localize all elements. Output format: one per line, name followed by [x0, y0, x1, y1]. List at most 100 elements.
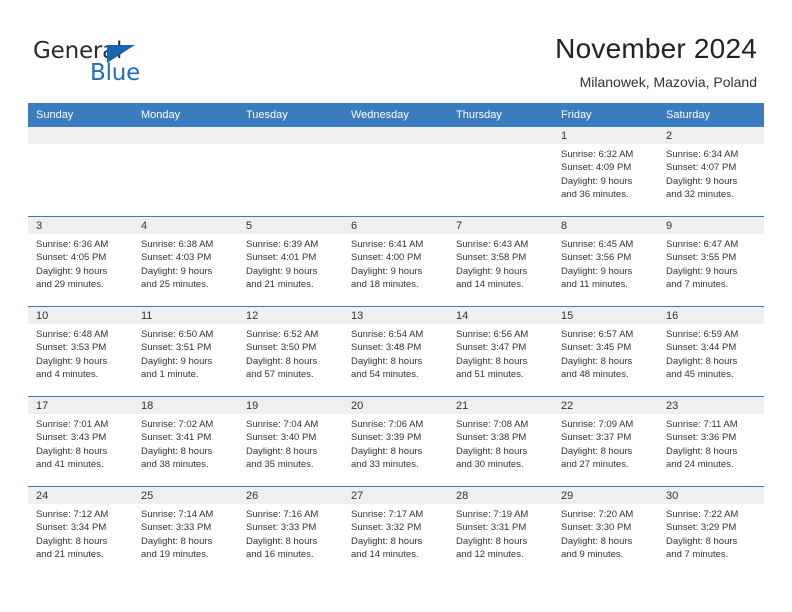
page-subtitle: Milanowek, Mazovia, Poland: [579, 74, 757, 90]
daylight-duration-line1: Daylight: 8 hours: [36, 445, 108, 457]
sunrise-time: Sunrise: 6:38 AM: [141, 239, 214, 250]
sun-info: Sunrise: 6:47 AM Sunset: 3:55 PM Daylight:…: [658, 234, 764, 291]
calendar-day-cell[interactable]: 26 Sunrise: 7:16 AM Sunset: 3:33 PM Dayligh…: [238, 486, 343, 576]
sunset-time: Sunset: 3:39 PM: [351, 432, 422, 444]
sunrise-time: Sunrise: 6:52 AM: [246, 329, 319, 340]
sun-info: Sunrise: 6:45 AM Sunset: 3:56 PM Daylight:…: [553, 234, 658, 291]
calendar-day-cell[interactable]: 5 Sunrise: 6:39 AM Sunset: 4:01 PM Daylight…: [238, 216, 343, 307]
calendar-day-cell[interactable]: 2 Sunrise: 6:34 AM Sunset: 4:07 PM Daylight…: [658, 126, 764, 217]
calendar-day-cell[interactable]: 8 Sunrise: 6:45 AM Sunset: 3:56 PM Daylight…: [553, 216, 658, 307]
calendar-day-cell[interactable]: 10 Sunrise: 6:48 AM Sunset: 3:53 PM Dayligh…: [28, 306, 133, 397]
daylight-duration-line2: and 16 minutes.: [246, 548, 314, 560]
sun-info: Sunrise: 6:48 AM Sunset: 3:53 PM Daylight:…: [28, 324, 133, 381]
calendar-day-cell[interactable]: 4 Sunrise: 6:38 AM Sunset: 4:03 PM Daylight…: [133, 216, 238, 307]
calendar-day-cell[interactable]: 19 Sunrise: 7:04 AM Sunset: 3:40 PM Dayligh…: [238, 396, 343, 487]
daylight-duration-line2: and 1 minute.: [141, 368, 199, 380]
sun-info: Sunrise: 6:50 AM Sunset: 3:51 PM Daylight:…: [133, 324, 238, 381]
day-number: 4: [133, 217, 238, 234]
sunrise-time: Sunrise: 7:08 AM: [456, 419, 529, 430]
calendar-day-cell[interactable]: 20 Sunrise: 7:06 AM Sunset: 3:39 PM Dayligh…: [343, 396, 448, 487]
calendar-day-cell-inner: 20 Sunrise: 7:06 AM Sunset: 3:39 PM Dayligh…: [343, 397, 448, 486]
day-number: 12: [238, 307, 343, 324]
sunset-time: Sunset: 4:00 PM: [351, 252, 422, 264]
sun-info: Sunrise: 7:14 AM Sunset: 3:33 PM Daylight:…: [133, 504, 238, 561]
sunrise-time: Sunrise: 7:11 AM: [666, 419, 738, 430]
calendar-day-cell-inner: 15 Sunrise: 6:57 AM Sunset: 3:45 PM Dayligh…: [553, 307, 658, 396]
sunset-time: Sunset: 3:33 PM: [246, 522, 317, 534]
daylight-duration-line1: Daylight: 9 hours: [561, 265, 633, 277]
sunrise-time: Sunrise: 7:02 AM: [141, 419, 214, 430]
calendar-day-cell[interactable]: 23 Sunrise: 7:11 AM Sunset: 3:36 PM Dayligh…: [658, 396, 764, 487]
sunrise-time: Sunrise: 6:50 AM: [141, 329, 214, 340]
sunset-time: Sunset: 3:53 PM: [36, 342, 107, 354]
sunset-time: Sunset: 3:38 PM: [456, 432, 527, 444]
logo-text-blue: Blue: [90, 60, 141, 86]
sunset-time: Sunset: 3:37 PM: [561, 432, 632, 444]
calendar-day-cell-inner: 1 Sunrise: 6:32 AM Sunset: 4:09 PM Daylight…: [553, 127, 658, 216]
daylight-duration-line2: and 32 minutes.: [666, 188, 734, 200]
sunrise-time: Sunrise: 6:48 AM: [36, 329, 109, 340]
daylight-duration-line1: Daylight: 8 hours: [246, 535, 318, 547]
day-number: 21: [448, 397, 553, 414]
calendar-day-cell[interactable]: 30 Sunrise: 7:22 AM Sunset: 3:29 PM Dayligh…: [658, 486, 764, 576]
calendar-day-cell-empty: [133, 126, 238, 217]
calendar-day-cell[interactable]: 21 Sunrise: 7:08 AM Sunset: 3:38 PM Dayligh…: [448, 396, 553, 487]
calendar-day-cell[interactable]: 15 Sunrise: 6:57 AM Sunset: 3:45 PM Dayligh…: [553, 306, 658, 397]
calendar-day-cell[interactable]: 22 Sunrise: 7:09 AM Sunset: 3:37 PM Dayligh…: [553, 396, 658, 487]
calendar-day-cell[interactable]: 29 Sunrise: 7:20 AM Sunset: 3:30 PM Dayligh…: [553, 486, 658, 576]
calendar-day-cell[interactable]: 1 Sunrise: 6:32 AM Sunset: 4:09 PM Daylight…: [553, 126, 658, 217]
daylight-duration-line2: and 11 minutes.: [561, 278, 628, 290]
calendar-day-cell[interactable]: 14 Sunrise: 6:56 AM Sunset: 3:47 PM Dayligh…: [448, 306, 553, 397]
day-number: [448, 127, 553, 144]
sun-info: Sunrise: 6:56 AM Sunset: 3:47 PM Daylight:…: [448, 324, 553, 381]
daylight-duration-line1: Daylight: 8 hours: [666, 355, 738, 367]
daylight-duration-line2: and 54 minutes.: [351, 368, 419, 380]
daylight-duration-line1: Daylight: 8 hours: [666, 445, 738, 457]
daylight-duration-line2: and 24 minutes.: [666, 458, 734, 470]
calendar-day-cell-empty: [343, 126, 448, 217]
day-number: 30: [658, 487, 764, 504]
weekday-header-wednesday: Wednesday: [343, 103, 448, 127]
sun-info: Sunrise: 7:08 AM Sunset: 3:38 PM Daylight:…: [448, 414, 553, 471]
daylight-duration-line1: Daylight: 8 hours: [351, 355, 423, 367]
sun-info: Sunrise: 7:09 AM Sunset: 3:37 PM Daylight:…: [553, 414, 658, 471]
calendar-day-cell[interactable]: 13 Sunrise: 6:54 AM Sunset: 3:48 PM Dayligh…: [343, 306, 448, 397]
daylight-duration-line2: and 14 minutes.: [456, 278, 524, 290]
calendar-day-cell-inner: 29 Sunrise: 7:20 AM Sunset: 3:30 PM Dayligh…: [553, 487, 658, 576]
calendar-day-cell[interactable]: 24 Sunrise: 7:12 AM Sunset: 3:34 PM Dayligh…: [28, 486, 133, 576]
calendar-day-cell[interactable]: 7 Sunrise: 6:43 AM Sunset: 3:58 PM Daylight…: [448, 216, 553, 307]
calendar-day-cell-inner: 24 Sunrise: 7:12 AM Sunset: 3:34 PM Dayligh…: [28, 487, 133, 576]
daylight-duration-line2: and 38 minutes.: [141, 458, 209, 470]
sunset-time: Sunset: 3:50 PM: [246, 342, 317, 354]
calendar-day-cell[interactable]: 12 Sunrise: 6:52 AM Sunset: 3:50 PM Dayligh…: [238, 306, 343, 397]
daylight-duration-line2: and 35 minutes.: [246, 458, 314, 470]
calendar-day-cell[interactable]: 16 Sunrise: 6:59 AM Sunset: 3:44 PM Dayligh…: [658, 306, 764, 397]
calendar-day-cell-inner: 13 Sunrise: 6:54 AM Sunset: 3:48 PM Dayligh…: [343, 307, 448, 396]
calendar-body: 1 Sunrise: 6:32 AM Sunset: 4:09 PM Daylight…: [28, 126, 764, 576]
daylight-duration-line1: Daylight: 9 hours: [141, 265, 213, 277]
calendar-day-cell[interactable]: 27 Sunrise: 7:17 AM Sunset: 3:32 PM Dayligh…: [343, 486, 448, 576]
daylight-duration-line1: Daylight: 9 hours: [141, 355, 213, 367]
calendar-day-cell[interactable]: 18 Sunrise: 7:02 AM Sunset: 3:41 PM Dayligh…: [133, 396, 238, 487]
daylight-duration-line2: and 29 minutes.: [36, 278, 104, 290]
calendar-day-cell[interactable]: 28 Sunrise: 7:19 AM Sunset: 3:31 PM Dayligh…: [448, 486, 553, 576]
weekday-header-monday: Monday: [133, 103, 238, 127]
sun-info: Sunrise: 6:54 AM Sunset: 3:48 PM Daylight:…: [343, 324, 448, 381]
calendar-day-cell[interactable]: 3 Sunrise: 6:36 AM Sunset: 4:05 PM Daylight…: [28, 216, 133, 307]
daylight-duration-line2: and 21 minutes.: [36, 548, 104, 560]
calendar-week-row: 24 Sunrise: 7:12 AM Sunset: 3:34 PM Dayligh…: [28, 486, 764, 576]
weekday-header-row: Sunday Monday Tuesday Wednesday Thursday…: [28, 103, 764, 127]
calendar-day-cell-inner: 9 Sunrise: 6:47 AM Sunset: 3:55 PM Daylight…: [658, 217, 764, 306]
calendar-day-cell[interactable]: 6 Sunrise: 6:41 AM Sunset: 4:00 PM Daylight…: [343, 216, 448, 307]
calendar-day-cell-inner: 2 Sunrise: 6:34 AM Sunset: 4:07 PM Daylight…: [658, 127, 764, 216]
sunrise-time: Sunrise: 6:47 AM: [666, 239, 739, 250]
calendar-day-cell[interactable]: 25 Sunrise: 7:14 AM Sunset: 3:33 PM Dayligh…: [133, 486, 238, 576]
calendar-day-cell[interactable]: 11 Sunrise: 6:50 AM Sunset: 3:51 PM Dayligh…: [133, 306, 238, 397]
calendar-day-cell-inner: 5 Sunrise: 6:39 AM Sunset: 4:01 PM Daylight…: [238, 217, 343, 306]
weekday-header-thursday: Thursday: [448, 103, 553, 127]
calendar-day-cell-empty: [238, 126, 343, 217]
day-number: 7: [448, 217, 553, 234]
calendar-day-cell[interactable]: 9 Sunrise: 6:47 AM Sunset: 3:55 PM Daylight…: [658, 216, 764, 307]
calendar-day-cell[interactable]: 17 Sunrise: 7:01 AM Sunset: 3:43 PM Dayligh…: [28, 396, 133, 487]
calendar-day-cell-inner: 21 Sunrise: 7:08 AM Sunset: 3:38 PM Dayligh…: [448, 397, 553, 486]
